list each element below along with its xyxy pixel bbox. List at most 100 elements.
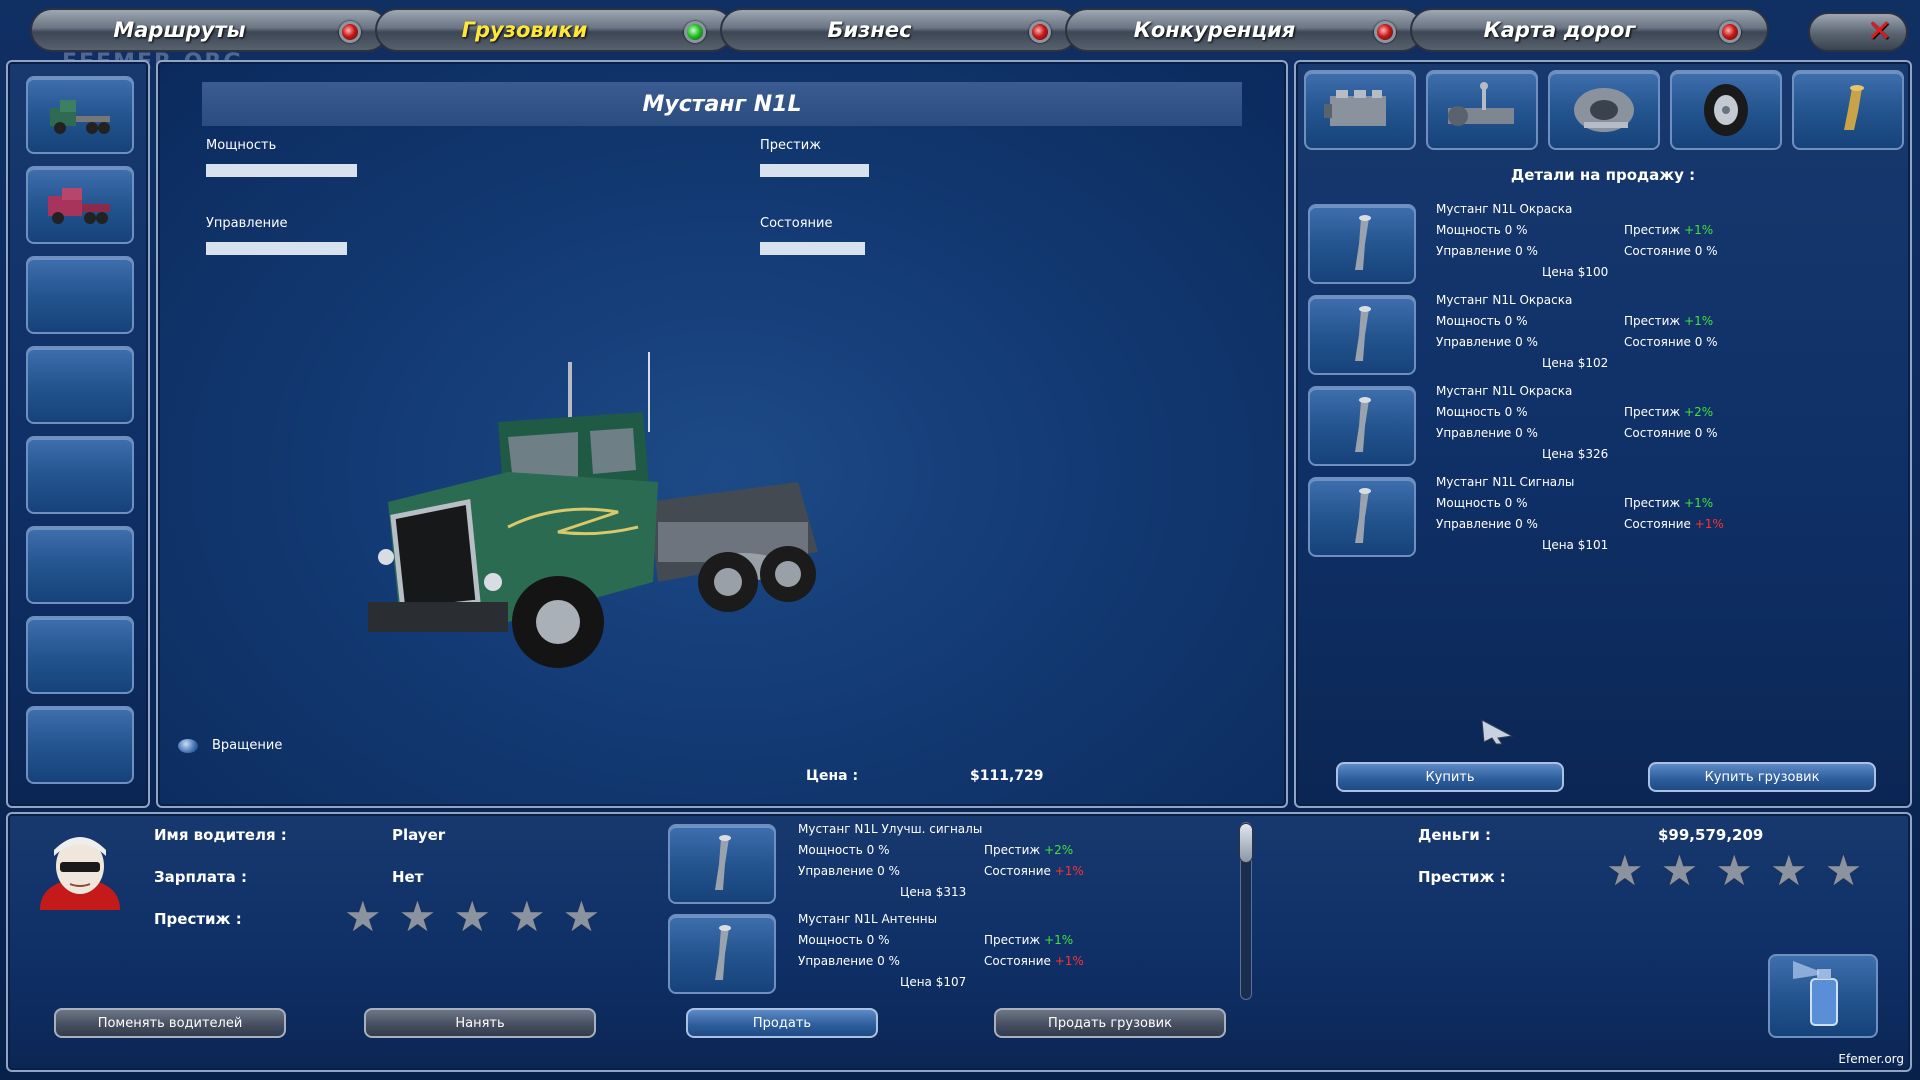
- garage-slot-empty[interactable]: [26, 346, 134, 424]
- change-drivers-button[interactable]: Поменять водителей: [54, 1008, 286, 1038]
- star-icon: ★: [507, 892, 546, 941]
- exhaust-icon: [1844, 85, 1864, 130]
- tire-icon: [1704, 84, 1748, 136]
- red-truck-icon: [48, 188, 110, 224]
- star-icon: ★: [1769, 846, 1808, 895]
- item-prestige: Престиж +1%: [1624, 314, 1714, 328]
- category-suspension[interactable]: [1548, 70, 1660, 150]
- parts-shop-panel: Детали на продажу : Мустанг N1L Окраска …: [1294, 60, 1912, 808]
- driver-name-label: Имя водителя :: [154, 826, 287, 844]
- item-condition: Состояние 0 %: [1624, 244, 1718, 258]
- owned-part-exhaust-icon[interactable]: [668, 824, 776, 904]
- close-icon: ✕: [1866, 14, 1892, 49]
- rotate-toggle[interactable]: Вращение: [178, 738, 282, 753]
- item-price: Цена $100: [1542, 265, 1609, 279]
- hire-button[interactable]: Нанять: [364, 1008, 596, 1038]
- category-exhaust[interactable]: [1792, 70, 1904, 150]
- item-condition: Состояние 0 %: [1624, 335, 1718, 349]
- owned-parts-scrollbar[interactable]: [1239, 822, 1253, 1000]
- garage-slot-empty[interactable]: [26, 616, 134, 694]
- item-handling: Управление 0 %: [1436, 335, 1538, 349]
- shop-list-item[interactable]: Мустанг N1L Окраска Мощность 0 % Престиж…: [1308, 202, 1898, 290]
- credit-text: Efemer.org: [1838, 1052, 1904, 1066]
- tab-label: Маршруты: [113, 18, 246, 42]
- top-navigation: Маршруты Грузовики Бизнес Конкуренция Ка…: [30, 8, 1769, 52]
- suspension-icon: [1574, 88, 1634, 132]
- sell-truck-button[interactable]: Продать грузовик: [994, 1008, 1226, 1038]
- star-icon: ★: [562, 892, 601, 941]
- condition-bar: [760, 242, 866, 255]
- garage-slot-green-truck[interactable]: [26, 76, 134, 154]
- owned-item-name: Мустанг N1L Антенны: [798, 912, 938, 926]
- garage-slot-empty[interactable]: [26, 256, 134, 334]
- shop-list-item[interactable]: Мустанг N1L Окраска Мощность 0 % Престиж…: [1308, 293, 1898, 381]
- status-led-icon: [1374, 21, 1396, 43]
- tab-label: Грузовики: [461, 18, 588, 42]
- status-led-icon: [1029, 21, 1051, 43]
- tab-competition[interactable]: Конкуренция: [1065, 8, 1424, 52]
- buy-truck-button[interactable]: Купить грузовик: [1648, 762, 1876, 792]
- transmission-icon: [1448, 82, 1514, 126]
- star-icon: ★: [1715, 846, 1753, 895]
- owned-item-condition: Состояние +1%: [984, 954, 1084, 968]
- driver-prestige-rating: ★ ★ ★ ★ ★: [344, 896, 600, 938]
- tab-trucks[interactable]: Грузовики: [375, 8, 734, 52]
- exhaust-pipe-icon: [1308, 386, 1416, 466]
- garage-slot-empty[interactable]: [26, 526, 134, 604]
- driver-prestige-label: Престиж :: [154, 910, 242, 928]
- driver-name-value: Player: [392, 826, 446, 844]
- tab-business[interactable]: Бизнес: [720, 8, 1079, 52]
- handling-label: Управление: [206, 216, 288, 231]
- star-icon: ★: [1660, 846, 1699, 895]
- category-engine[interactable]: [1304, 70, 1416, 150]
- sell-button[interactable]: Продать: [686, 1008, 878, 1038]
- item-power: Мощность 0 %: [1436, 314, 1528, 328]
- truck-title-bar: Мустанг N1L: [202, 82, 1242, 126]
- paint-color-button[interactable]: [1768, 954, 1878, 1038]
- engine-icon: [1324, 90, 1386, 126]
- owned-part-exhaust-icon[interactable]: [668, 914, 776, 994]
- status-led-icon: [684, 21, 706, 43]
- salary-value: Нет: [392, 868, 424, 886]
- exhaust-pipe-icon: [1308, 477, 1416, 557]
- owned-item-price: Цена $107: [900, 975, 967, 989]
- item-name: Мустанг N1L Сигналы: [1436, 475, 1575, 489]
- owned-item-handling: Управление 0 %: [798, 864, 900, 878]
- owned-item-handling: Управление 0 %: [798, 954, 900, 968]
- star-icon: ★: [398, 892, 437, 941]
- condition-label: Состояние: [760, 216, 833, 231]
- truck-3d-model[interactable]: [358, 352, 918, 732]
- prestige-bar: [760, 164, 869, 177]
- tab-road-map[interactable]: Карта дорог: [1410, 8, 1769, 52]
- star-icon: ★: [453, 892, 491, 941]
- star-icon: ★: [344, 892, 382, 941]
- truck-viewer-panel: Мустанг N1L Мощность Престиж Управление …: [156, 60, 1288, 808]
- truck-name: Мустанг N1L: [642, 91, 802, 117]
- garage-slot-empty[interactable]: [26, 436, 134, 514]
- item-price: Цена $101: [1542, 538, 1609, 552]
- truck-price-value: $111,729: [970, 768, 1044, 784]
- star-icon: ★: [1824, 846, 1863, 895]
- garage-slot-empty[interactable]: [26, 706, 134, 784]
- scrollbar-thumb[interactable]: [1239, 823, 1253, 863]
- shop-list-item[interactable]: Мустанг N1L Сигналы Мощность 0 % Престиж…: [1308, 475, 1898, 563]
- tab-routes[interactable]: Маршруты: [30, 8, 389, 52]
- item-power: Мощность 0 %: [1436, 405, 1528, 419]
- category-transmission[interactable]: [1426, 70, 1538, 150]
- owned-item-power: Мощность 0 %: [798, 933, 890, 947]
- money-label: Деньги :: [1418, 826, 1491, 844]
- buy-button[interactable]: Купить: [1336, 762, 1564, 792]
- owned-item-price: Цена $313: [900, 885, 967, 899]
- truck-garage-sidebar: [6, 60, 150, 808]
- mouse-cursor-icon: [1481, 719, 1514, 745]
- item-name: Мустанг N1L Окраска: [1436, 293, 1573, 307]
- category-tires[interactable]: [1670, 70, 1782, 150]
- item-prestige: Престиж +1%: [1624, 496, 1714, 510]
- tab-label: Карта дорог: [1483, 18, 1636, 42]
- close-button[interactable]: ✕: [1808, 12, 1908, 52]
- item-condition: Состояние +1%: [1624, 517, 1724, 531]
- shop-list-item[interactable]: Мустанг N1L Окраска Мощность 0 % Престиж…: [1308, 384, 1898, 472]
- money-value: $99,579,209: [1658, 826, 1764, 844]
- garage-slot-red-truck[interactable]: [26, 166, 134, 244]
- tab-label: Конкуренция: [1133, 18, 1296, 42]
